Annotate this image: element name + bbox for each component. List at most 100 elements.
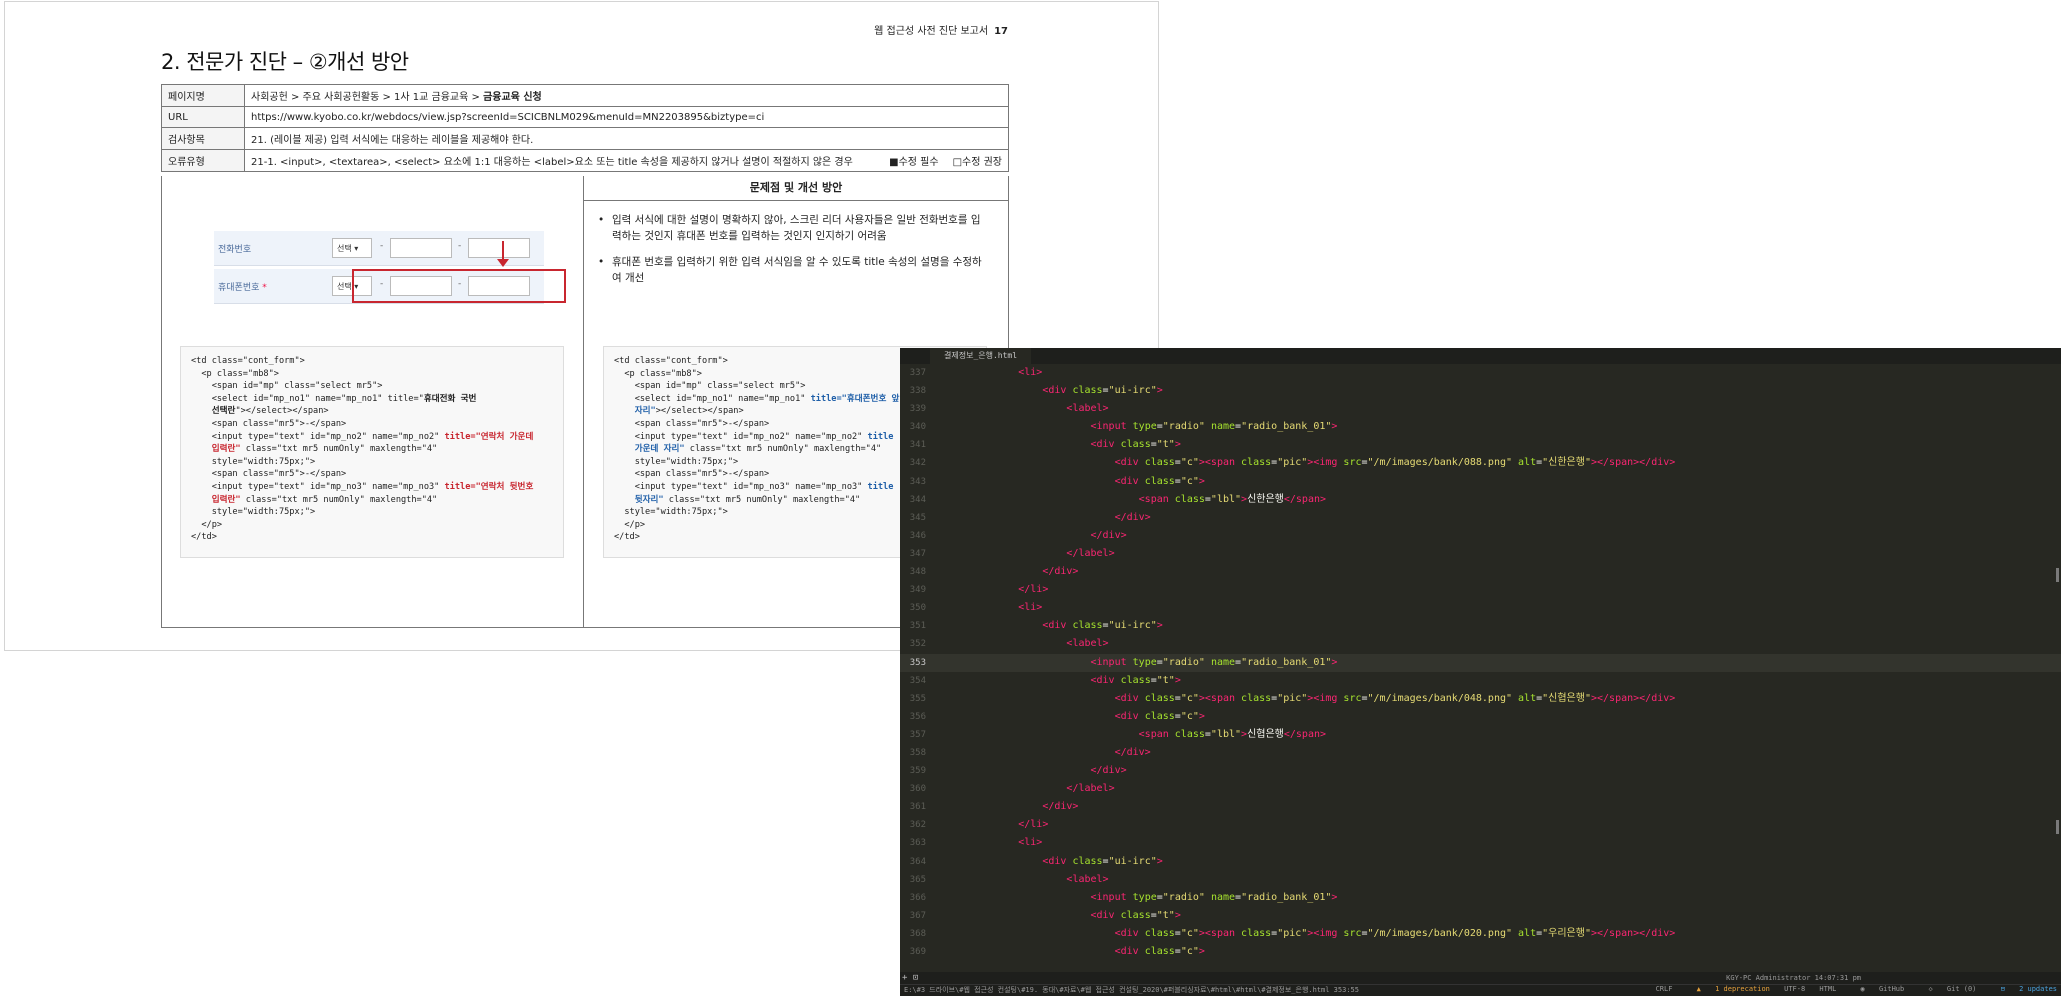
panel-title: 문제점 및 개선 방안 <box>584 176 1008 201</box>
line-code: <div class="ui-irc"> <box>1042 385 1163 397</box>
code-line[interactable]: 368 <div class="c"><span class="pic"><im… <box>900 925 2061 943</box>
code-line[interactable]: 359 </div> <box>900 762 2061 780</box>
code-line[interactable]: 350 <li> <box>900 599 2061 617</box>
line-code: </li> <box>1018 584 1049 596</box>
line-number: 355 <box>909 693 926 704</box>
code-line[interactable]: 367 <div class="t"> <box>900 907 2061 925</box>
git-text: Git (0) <box>1946 985 1977 993</box>
line-code: <li> <box>1018 602 1043 614</box>
code-line[interactable]: 355 <div class="c"><span class="pic"><im… <box>900 690 2061 708</box>
scrollbar-marker[interactable] <box>2056 568 2059 582</box>
line-code: <input type="radio" name="radio_bank_01"… <box>1090 656 1338 668</box>
breadcrumb-current: 금융교육 신청 <box>483 92 542 103</box>
updates-icon: ⊟ <box>2000 985 2005 993</box>
code-line[interactable]: 357 <span class="lbl">신협은행</span> <box>900 726 2061 744</box>
add-panel-icon[interactable]: + ⊡ <box>902 973 918 983</box>
code-line[interactable]: 353 <input type="radio" name="radio_bank… <box>900 653 2061 672</box>
code-line[interactable]: 360 </label> <box>900 780 2061 798</box>
phone-label: 전화번호 <box>218 245 252 255</box>
required-mark: * <box>262 283 267 293</box>
line-number: 368 <box>909 928 926 939</box>
code-line[interactable]: 342 <div class="c"><span class="pic"><im… <box>900 454 2061 472</box>
code-line[interactable]: 346 </div> <box>900 527 2061 545</box>
page-number: 17 <box>994 26 1008 37</box>
line-code: </div> <box>1090 529 1127 541</box>
mobile-label-text: 휴대폰번호 <box>218 283 260 293</box>
code-line[interactable]: 358 </div> <box>900 744 2061 762</box>
code-line[interactable]: 352 <label> <box>900 635 2061 653</box>
tab-file[interactable]: 결제정보_은행.html <box>930 348 1032 364</box>
file-path[interactable]: E:\#3 드라이브\#웹 접근성 컨설팅\#19. 동대\#자료\#웹 접근성… <box>904 985 1359 995</box>
code-line[interactable]: 348 </div> <box>900 563 2061 581</box>
line-code: <div class="c"><span class="pic"><img sr… <box>1114 692 1676 704</box>
info-label: 페이지명 <box>161 84 245 107</box>
deprecation-status[interactable]: ▲ 1 deprecation <box>1687 985 1770 993</box>
line-number: 342 <box>909 458 926 469</box>
highlight-box <box>352 269 566 303</box>
code-line[interactable]: 354 <div class="t"> <box>900 672 2061 690</box>
line-number: 361 <box>909 802 926 813</box>
info-row: 검사항목 21. (레이블 제공) 입력 서식에는 대응하는 레이블을 제공해야… <box>161 127 1009 150</box>
line-number: 362 <box>909 820 926 831</box>
line-number: 363 <box>909 838 926 849</box>
code-line[interactable]: 349 </li> <box>900 581 2061 599</box>
dash: - <box>458 241 462 251</box>
info-label: URL <box>161 106 245 128</box>
tab-bar: 결제정보_은행.html <box>900 348 2061 364</box>
url-value: https://www.kyobo.co.kr/webdocs/view.jsp… <box>244 106 1009 128</box>
line-code: <input type="radio" name="radio_bank_01"… <box>1090 421 1338 433</box>
code-line[interactable]: 366 <input type="radio" name="radio_bank… <box>900 889 2061 907</box>
fix-checkboxes: ■수정 필수 □수정 권장 <box>875 153 1002 168</box>
code-line[interactable]: 356 <div class="c"> <box>900 708 2061 726</box>
divider <box>583 176 584 627</box>
code-line[interactable]: 339 <label> <box>900 400 2061 418</box>
line-number: 360 <box>909 784 926 795</box>
code-line[interactable]: 337 <li> <box>900 364 2061 382</box>
git-status[interactable]: ◇ Git (0) <box>1918 985 1976 993</box>
check-item-value: 21. (레이블 제공) 입력 서식에는 대응하는 레이블을 제공해야 한다. <box>244 127 1009 150</box>
line-code: </div> <box>1042 566 1079 578</box>
code-line[interactable]: 345 </div> <box>900 509 2061 527</box>
code-line[interactable]: 344 <span class="lbl">신한은행</span> <box>900 491 2061 509</box>
line-number: 356 <box>909 711 926 722</box>
code-line[interactable]: 364 <div class="ui-irc"> <box>900 853 2061 871</box>
code-line[interactable]: 340 <input type="radio" name="radio_bank… <box>900 418 2061 436</box>
line-number: 367 <box>909 910 926 921</box>
fix-recommended: □수정 권장 <box>952 157 1002 168</box>
line-number: 369 <box>909 947 926 957</box>
phone-input-last <box>468 238 530 258</box>
grammar[interactable]: HTML <box>1819 985 1836 993</box>
code-line[interactable]: 363 <li> <box>900 834 2061 852</box>
page-title: 2. 전문가 진단 – ②개선 방안 <box>161 50 409 74</box>
scrollbar-marker[interactable] <box>2056 820 2059 834</box>
encoding[interactable]: UTF-8 <box>1784 985 1805 993</box>
line-ending[interactable]: CRLF <box>1656 985 1673 993</box>
issue-list: 입력 서식에 대한 설명이 명확하지 않아, 스크린 리더 사용자들은 일반 전… <box>592 212 982 296</box>
code-line[interactable]: 369 <div class="c"> <box>900 943 2061 961</box>
line-number: 345 <box>909 512 926 523</box>
code-editor-window: 결제정보_은행.html 337 <li> 338 <div class="ui-… <box>900 348 2061 996</box>
git-icon: ◇ <box>1928 985 1933 993</box>
line-number: 358 <box>909 747 926 758</box>
line-code: <input type="radio" name="radio_bank_01"… <box>1090 891 1338 903</box>
updates-status[interactable]: ⊟ 2 updates <box>1991 985 2057 993</box>
line-number: 339 <box>909 404 926 415</box>
phone-input-mid <box>390 238 452 258</box>
code-line[interactable]: 351 <div class="ui-irc"> <box>900 617 2061 635</box>
line-code: <label> <box>1066 403 1109 415</box>
code-line[interactable]: 343 <div class="c"> <box>900 473 2061 491</box>
code-line[interactable]: 361 </div> <box>900 798 2061 816</box>
line-code: </div> <box>1042 801 1079 813</box>
line-code: <div class="t"> <box>1090 674 1181 686</box>
code-line[interactable]: 362 </li> <box>900 816 2061 834</box>
line-code: <div class="c"> <box>1114 946 1205 957</box>
phone-select: 선택 ▾ <box>332 238 372 258</box>
code-line[interactable]: 347 </label> <box>900 545 2061 563</box>
line-code: <span class="lbl">신협은행</span> <box>1138 728 1327 740</box>
editor-text-area[interactable]: 337 <li> 338 <div class="ui-irc"> 339 <lab… <box>900 364 2061 972</box>
arrow-head-icon <box>497 259 509 267</box>
github-status[interactable]: ◉ GitHub <box>1851 985 1905 993</box>
code-line[interactable]: 341 <div class="t"> <box>900 436 2061 454</box>
code-line[interactable]: 338 <div class="ui-irc"> <box>900 382 2061 400</box>
code-line[interactable]: 365 <label> <box>900 871 2061 889</box>
